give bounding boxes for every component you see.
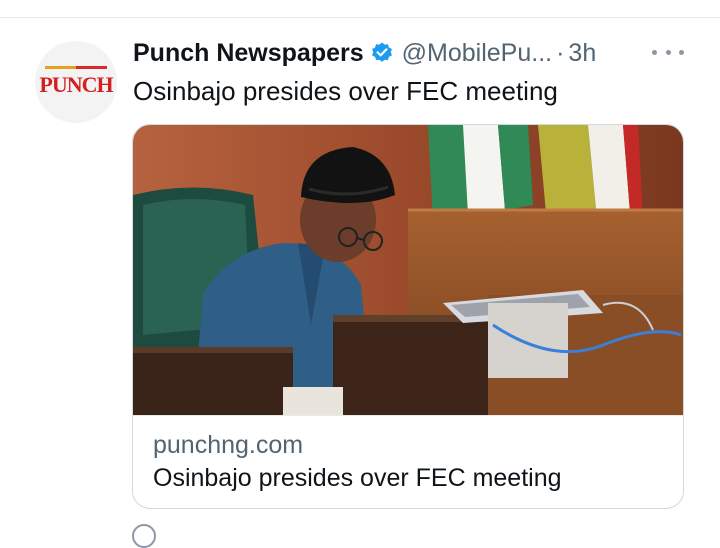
card-image[interactable] xyxy=(133,125,684,415)
dot-1 xyxy=(652,49,657,55)
tweet-header: Punch Newspapers @MobilePu... · 3h xyxy=(133,36,596,70)
dot-3 xyxy=(679,49,684,55)
tweet-text: Osinbajo presides over FEC meeting xyxy=(133,76,558,106)
user-handle[interactable]: @MobilePu... xyxy=(402,39,552,68)
display-name[interactable]: Punch Newspapers xyxy=(133,39,364,68)
logo-stripe xyxy=(45,66,107,69)
dot-2 xyxy=(665,49,671,55)
next-tweet-avatar-edge xyxy=(132,524,156,548)
card-divider xyxy=(133,415,683,416)
separator-dot: · xyxy=(556,38,565,67)
card-title[interactable]: Osinbajo presides over FEC meeting xyxy=(153,464,562,493)
card-domain[interactable]: punchng.com xyxy=(153,431,303,460)
verified-badge-icon[interactable] xyxy=(370,41,394,65)
more-options-icon[interactable] xyxy=(652,44,684,60)
punch-logo: PUNCH xyxy=(39,72,113,97)
top-divider xyxy=(0,17,720,18)
avatar[interactable]: PUNCH xyxy=(35,41,117,123)
link-card[interactable]: punchng.com Osinbajo presides over FEC m… xyxy=(132,124,684,509)
timestamp[interactable]: 3h xyxy=(568,39,596,68)
